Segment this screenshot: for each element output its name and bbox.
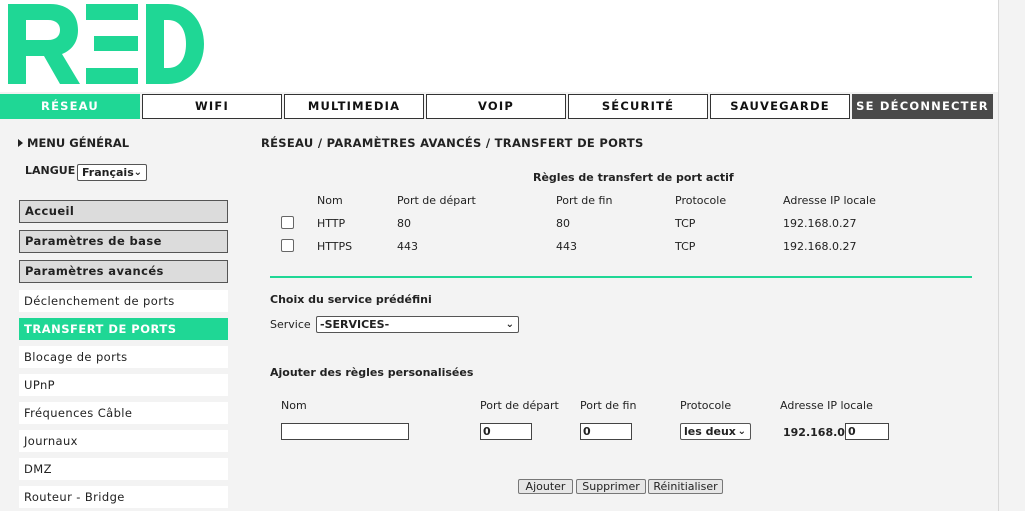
rule-cell: 80	[397, 217, 411, 230]
breadcrumb: RÉSEAU / PARAMÈTRES AVANCÉS / TRANSFERT …	[261, 136, 644, 150]
start-port-input[interactable]: 0	[480, 423, 532, 440]
nav-securite[interactable]: SÉCURITÉ	[568, 94, 708, 119]
logout-button[interactable]: SE DÉCONNECTER	[852, 94, 993, 119]
nav-sauvegarde[interactable]: SAUVEGARDE	[710, 94, 850, 119]
ip-prefix: 192.168.0.	[783, 426, 850, 439]
nav-wifi[interactable]: WIFI	[142, 94, 282, 119]
col-header-ip: Adresse IP locale	[783, 194, 876, 207]
protocol-select[interactable]: les deux ⌄	[680, 423, 751, 440]
language-value: Français	[82, 166, 134, 179]
caret-right-icon	[18, 139, 23, 147]
custom-header-nom: Nom	[281, 399, 307, 412]
page-edge	[998, 0, 999, 511]
rule-name-input[interactable]	[281, 423, 409, 440]
reset-button[interactable]: Réinitialiser	[648, 479, 723, 494]
sidebar-group-accueil[interactable]: Accueil	[19, 200, 228, 223]
custom-header-ip: Adresse IP locale	[780, 399, 873, 412]
language-label: LANGUE	[25, 164, 76, 177]
rule-cell: HTTPS	[317, 240, 353, 253]
chevron-down-icon: ⌄	[737, 426, 746, 437]
rule-cell: HTTP	[317, 217, 346, 230]
custom-header-protocole: Protocole	[680, 399, 732, 412]
sidebar-item-declenchement[interactable]: Déclenchement de ports	[19, 290, 228, 312]
sidebar-item-blocage[interactable]: Blocage de ports	[19, 346, 228, 368]
top-nav: RÉSEAU WIFI MULTIMEDIA VOIP SÉCURITÉ SAU…	[0, 94, 998, 119]
active-rules-title: Règles de transfert de port actif	[533, 171, 734, 184]
col-header-nom: Nom	[317, 194, 343, 207]
predefined-title: Choix du service prédéfini	[270, 293, 432, 306]
custom-header-port-depart: Port de départ	[480, 399, 559, 412]
col-header-protocole: Protocole	[675, 194, 727, 207]
protocol-value: les deux	[684, 425, 736, 438]
delete-button[interactable]: Supprimer	[576, 479, 646, 494]
chevron-down-icon: ⌄	[505, 319, 514, 330]
col-header-port-fin: Port de fin	[556, 194, 613, 207]
sidebar-item-upnp[interactable]: UPnP	[19, 374, 228, 396]
sidebar-item-journaux[interactable]: Journaux	[19, 430, 228, 452]
chevron-down-icon: ⌄	[133, 167, 142, 178]
rule-cell: TCP	[675, 240, 696, 253]
rule-cell: 443	[397, 240, 418, 253]
end-port-input[interactable]: 0	[580, 423, 632, 440]
sidebar-group-parametres-avances[interactable]: Paramètres avancés	[19, 260, 228, 283]
nav-multimedia[interactable]: MULTIMEDIA	[284, 94, 424, 119]
rule-cell: 443	[556, 240, 577, 253]
rule-cell: TCP	[675, 217, 696, 230]
service-label: Service	[270, 318, 311, 331]
ip-last-octet-input[interactable]: 0	[845, 423, 889, 440]
sidebar-item-transfert[interactable]: TRANSFERT DE PORTS	[19, 318, 228, 340]
sidebar-item-routeur[interactable]: Routeur - Bridge	[19, 486, 228, 508]
nav-voip[interactable]: VOIP	[426, 94, 566, 119]
col-header-port-depart: Port de départ	[397, 194, 476, 207]
rule-checkbox[interactable]	[281, 239, 294, 252]
service-select[interactable]: -SERVICES- ⌄	[316, 316, 519, 333]
rule-cell: 192.168.0.27	[783, 217, 857, 230]
custom-title: Ajouter des règles personalisées	[270, 366, 474, 379]
menu-general[interactable]: MENU GÉNÉRAL	[18, 136, 129, 150]
sidebar-item-dmz[interactable]: DMZ	[19, 458, 228, 480]
language-select[interactable]: Français ⌄	[77, 164, 147, 181]
rule-cell: 80	[556, 217, 570, 230]
service-value: -SERVICES-	[320, 318, 390, 331]
sidebar-group-parametres-base[interactable]: Paramètres de base	[19, 230, 228, 253]
sidebar-item-frequences[interactable]: Fréquences Câble	[19, 402, 228, 424]
red-logo	[8, 4, 204, 84]
nav-reseau[interactable]: RÉSEAU	[0, 94, 140, 119]
custom-header-port-fin: Port de fin	[580, 399, 637, 412]
add-button[interactable]: Ajouter	[518, 479, 573, 494]
rule-checkbox[interactable]	[281, 216, 294, 229]
menu-general-label: MENU GÉNÉRAL	[27, 136, 130, 150]
rule-cell: 192.168.0.27	[783, 240, 857, 253]
section-divider	[270, 276, 972, 278]
